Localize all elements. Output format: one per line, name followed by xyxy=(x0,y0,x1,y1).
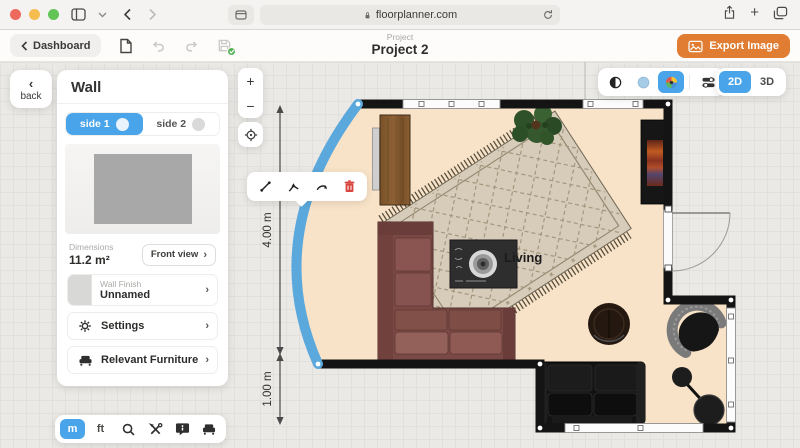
sidebar-toggle-icon[interactable] xyxy=(71,7,88,22)
wall-properties-panel: Wall side 1 side 2 Dimensions 11.2 m² Fr… xyxy=(57,70,228,386)
new-tab-button[interactable]: + xyxy=(750,5,759,20)
delete-wall-icon[interactable] xyxy=(337,175,361,198)
dimensions-label: Dimensions xyxy=(69,242,113,252)
side1-dot-icon xyxy=(116,118,129,131)
window-top-right[interactable] xyxy=(583,100,643,109)
back-label: back xyxy=(20,91,41,102)
tools-icon[interactable] xyxy=(143,419,167,439)
window-controls xyxy=(10,9,59,20)
dashboard-label: Dashboard xyxy=(33,40,90,52)
sofa-icon xyxy=(77,354,93,367)
furniture-library-icon[interactable] xyxy=(197,419,221,439)
close-window-button[interactable] xyxy=(10,9,21,20)
unit-feet-button[interactable]: ft xyxy=(88,419,113,439)
textured-mode-icon[interactable] xyxy=(658,71,684,93)
wall-finish-swatch xyxy=(94,154,192,224)
wall-finish-kicker: Wall Finish xyxy=(100,279,150,289)
measurement-label-main: 4.00 m xyxy=(262,212,274,247)
undo-icon[interactable] xyxy=(151,39,166,52)
window-top-left[interactable] xyxy=(403,100,500,109)
side1-tab[interactable]: side 1 xyxy=(66,113,143,135)
zoom-out-button[interactable]: − xyxy=(238,93,263,118)
bottom-toolbar: m ft xyxy=(55,415,226,443)
dimensions-row: Dimensions 11.2 m² Front view › xyxy=(57,234,228,274)
center-view-button[interactable] xyxy=(238,122,263,147)
straight-wall-icon[interactable] xyxy=(253,175,277,198)
browser-back-button[interactable] xyxy=(123,8,132,21)
dimension-toggle: 2D 3D xyxy=(716,68,786,96)
shaded-mode-icon[interactable] xyxy=(630,71,656,93)
side2-tab[interactable]: side 2 xyxy=(143,113,220,135)
wall-side-toggle: side 1 side 2 xyxy=(65,112,220,136)
browser-chrome: floorplanner.com + xyxy=(0,0,800,30)
side2-label: side 2 xyxy=(156,118,186,130)
chevron-left-icon xyxy=(21,41,28,51)
zoom-controls: + − xyxy=(238,68,263,118)
export-image-button[interactable]: Export Image xyxy=(677,34,790,58)
relevant-furniture-label: Relevant Furniture xyxy=(101,354,198,366)
door[interactable] xyxy=(664,206,731,271)
feedback-chat-icon[interactable] xyxy=(170,419,194,439)
divider xyxy=(689,74,690,90)
settings-row[interactable]: Settings › xyxy=(67,312,218,340)
url-text: floorplanner.com xyxy=(376,9,457,21)
view-3d-button[interactable]: 3D xyxy=(751,71,783,93)
split-wall-icon[interactable] xyxy=(281,175,305,198)
floorplan-canvas[interactable]: Living xyxy=(0,62,800,448)
chevron-right-icon: › xyxy=(205,284,209,296)
settings-label: Settings xyxy=(101,320,144,332)
wall-edit-toolbar xyxy=(247,172,367,201)
magnifier-icon[interactable] xyxy=(116,419,140,439)
page-settings-button[interactable] xyxy=(228,5,254,25)
outline-mode-icon[interactable] xyxy=(602,71,628,93)
side2-dot-icon xyxy=(192,118,205,131)
chevron-right-icon: › xyxy=(205,354,209,366)
wall-finish-row[interactable]: Wall Finish Unnamed › xyxy=(67,274,218,306)
chevron-left-icon: ‹ xyxy=(29,77,33,90)
dimensions-value: 11.2 m² xyxy=(69,253,113,267)
panel-back-button[interactable]: ‹ back xyxy=(10,70,52,108)
front-view-button[interactable]: Front view › xyxy=(142,244,216,266)
side-table[interactable] xyxy=(588,303,630,345)
unit-meters-button[interactable]: m xyxy=(60,419,85,439)
curve-wall-icon[interactable] xyxy=(309,175,333,198)
view-2d-button[interactable]: 2D xyxy=(719,71,751,93)
finish-color-swatch xyxy=(68,275,92,305)
window-right[interactable] xyxy=(727,308,736,422)
crosshair-icon xyxy=(244,128,258,142)
chevron-right-icon: › xyxy=(205,320,209,332)
chevron-right-icon: › xyxy=(203,249,207,261)
window-bottom[interactable] xyxy=(565,424,703,433)
gear-icon xyxy=(77,319,93,333)
image-export-icon xyxy=(688,40,703,53)
new-project-icon[interactable] xyxy=(119,38,133,54)
share-icon[interactable] xyxy=(723,5,736,20)
room-label[interactable]: Living xyxy=(504,250,542,265)
zoom-in-button[interactable]: + xyxy=(238,68,263,93)
measurement-label-lower: 1.00 m xyxy=(262,371,274,406)
app-toolbar: Dashboard Project Project 2 Export Image xyxy=(0,30,800,62)
panel-title: Wall xyxy=(57,70,228,104)
reload-icon[interactable] xyxy=(542,8,554,21)
lock-icon xyxy=(363,10,372,21)
save-status-icon xyxy=(217,38,232,53)
saved-check-icon xyxy=(227,47,236,56)
chevron-down-icon[interactable] xyxy=(98,11,107,18)
tab-overview-icon[interactable] xyxy=(773,6,788,20)
sofa-black[interactable] xyxy=(538,362,645,424)
minimize-window-button[interactable] xyxy=(29,9,40,20)
render-mode-toolbar xyxy=(598,68,725,96)
front-view-label: Front view xyxy=(151,249,199,260)
redo-icon[interactable] xyxy=(184,39,199,52)
address-bar[interactable]: floorplanner.com xyxy=(260,5,560,25)
wall-finish-value: Unnamed xyxy=(100,289,150,301)
wall-finish-preview[interactable] xyxy=(65,144,220,234)
fullscreen-window-button[interactable] xyxy=(48,9,59,20)
browser-forward-button[interactable] xyxy=(148,8,157,21)
export-image-label: Export Image xyxy=(709,40,779,52)
side1-label: side 1 xyxy=(80,118,110,130)
dashboard-button[interactable]: Dashboard xyxy=(10,34,101,57)
relevant-furniture-row[interactable]: Relevant Furniture › xyxy=(67,346,218,374)
